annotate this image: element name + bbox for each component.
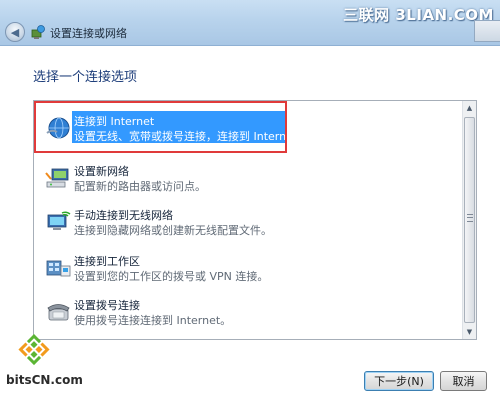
vertical-scrollbar[interactable]: ▲ ▼ <box>462 101 476 339</box>
router-network-icon <box>45 168 69 188</box>
bitscn-logo-text: bitsCN.com <box>6 373 83 387</box>
network-setup-icon <box>31 25 45 39</box>
scroll-down-arrow-icon[interactable]: ▼ <box>463 325 476 339</box>
window-title: 设置连接或网络 <box>50 27 127 40</box>
wireless-computer-icon <box>47 211 71 230</box>
next-button[interactable]: 下一步(N) <box>364 371 434 391</box>
scroll-up-arrow-icon[interactable]: ▲ <box>463 101 476 115</box>
dialup-phone-icon <box>47 304 70 321</box>
annotation-highlight-frame <box>34 101 287 153</box>
option-label: 手动连接到无线网络 <box>74 209 173 222</box>
cancel-button[interactable]: 取消 <box>440 371 487 391</box>
option-description: 设置到您的工作区的拨号或 VPN 连接。 <box>74 270 269 283</box>
title-bar: ◀ 设置连接或网络 三联网 3LIAN.COM <box>0 0 500 46</box>
back-button[interactable]: ◀ <box>5 22 25 42</box>
back-arrow-icon: ◀ <box>10 25 20 39</box>
option-description: 连接到隐藏网络或创建新无线配置文件。 <box>74 224 272 237</box>
option-label: 设置拨号连接 <box>74 299 140 312</box>
option-description: 使用拨号连接连接到 Internet。 <box>74 314 232 327</box>
option-connect-workplace[interactable]: 连接到工作区 设置到您的工作区的拨号或 VPN 连接。 <box>40 251 458 285</box>
option-manual-wireless[interactable]: 手动连接到无线网络 连接到隐藏网络或创建新无线配置文件。 <box>40 205 458 239</box>
watermark-text: 三联网 3LIAN.COM <box>343 6 494 24</box>
scroll-thumb[interactable] <box>464 117 475 323</box>
workplace-vpn-icon <box>46 260 71 277</box>
option-description: 配置新的路由器或访问点。 <box>74 180 206 193</box>
option-label: 连接到工作区 <box>74 255 140 268</box>
page-title: 选择一个连接选项 <box>33 70 138 85</box>
option-new-network[interactable]: 设置新网络 配置新的路由器或访问点。 <box>40 161 458 195</box>
option-label: 设置新网络 <box>74 165 129 178</box>
grip-icon <box>467 214 473 222</box>
window-control[interactable] <box>474 20 500 42</box>
option-dialup[interactable]: 设置拨号连接 使用拨号连接连接到 Internet。 <box>40 295 458 329</box>
